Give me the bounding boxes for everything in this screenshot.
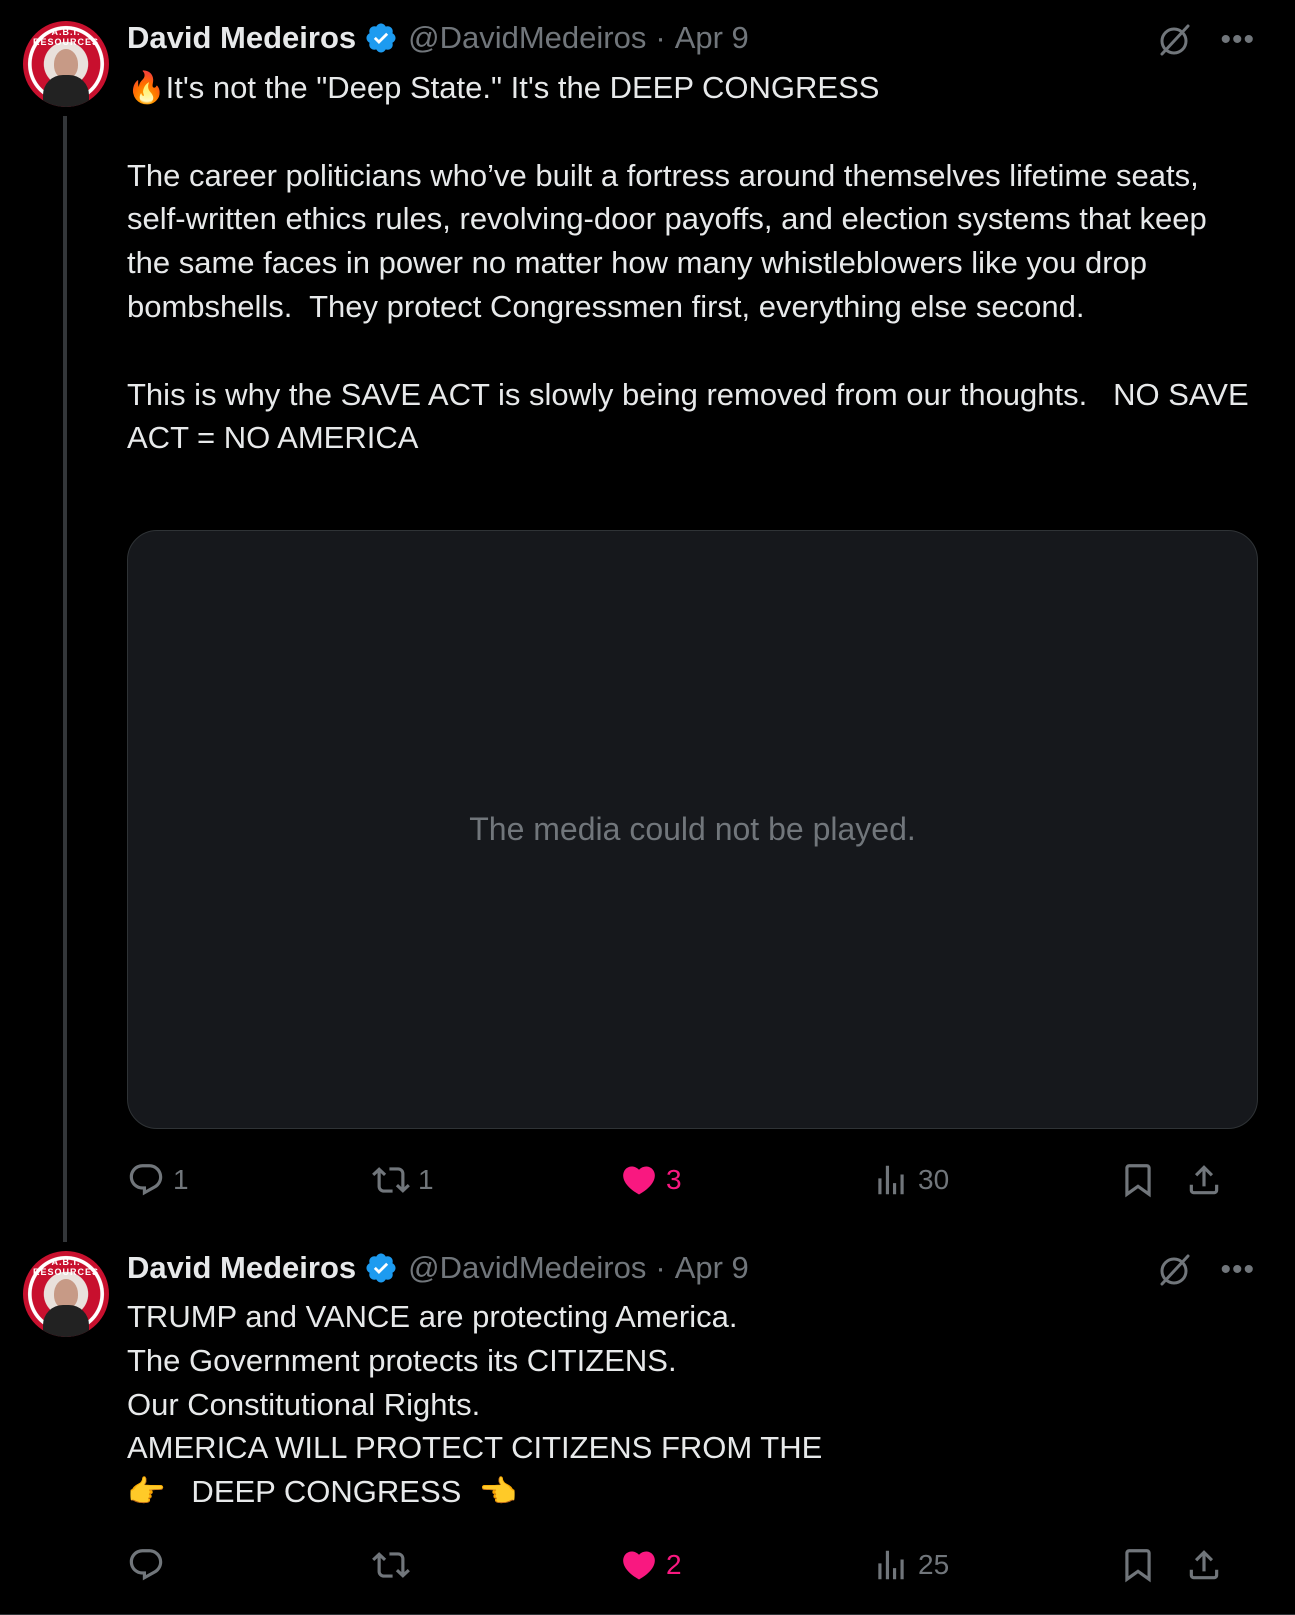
verified-badge-icon[interactable] bbox=[364, 1251, 398, 1285]
tweet-actions: 2 25 bbox=[127, 1543, 1257, 1587]
repost-count: 1 bbox=[418, 1164, 434, 1195]
share-icon bbox=[1189, 1550, 1219, 1580]
repost-icon bbox=[372, 1167, 410, 1193]
grok-icon[interactable] bbox=[1154, 20, 1194, 60]
tweet-date[interactable]: Apr 9 bbox=[675, 1250, 749, 1286]
tweet-2[interactable]: A.B.I. RESOURCES David Medeiros @DavidMe… bbox=[0, 1240, 1295, 1615]
share-button[interactable] bbox=[1185, 1158, 1223, 1202]
author-name[interactable]: David Medeiros bbox=[127, 1250, 356, 1286]
views-icon bbox=[878, 1165, 904, 1195]
verified-badge-icon[interactable] bbox=[364, 21, 398, 55]
thread-connector-line bbox=[63, 116, 67, 1242]
views-icon bbox=[878, 1550, 904, 1580]
repost-icon bbox=[372, 1552, 410, 1578]
tweet-header: David Medeiros @DavidMedeiros · Apr 9 bbox=[127, 18, 749, 58]
reply-button[interactable] bbox=[127, 1543, 173, 1587]
avatar[interactable]: A.B.I. RESOURCES bbox=[23, 1251, 109, 1337]
tweet-text: 🔥It's not the "Deep State." It's the DEE… bbox=[127, 70, 1249, 456]
bookmark-icon bbox=[1125, 1549, 1151, 1583]
reply-icon bbox=[129, 1164, 163, 1196]
heart-icon bbox=[623, 1551, 655, 1580]
repost-button[interactable]: 1 bbox=[372, 1158, 434, 1202]
share-icon bbox=[1189, 1165, 1219, 1195]
tweet-top-actions: ••• bbox=[1154, 1250, 1255, 1290]
media-error-message: The media could not be played. bbox=[469, 811, 916, 847]
avatar-badge-text: A.B.I. RESOURCES bbox=[32, 1257, 99, 1277]
more-options-icon[interactable]: ••• bbox=[1220, 25, 1255, 55]
repost-button[interactable] bbox=[372, 1543, 418, 1587]
avatar-badge-text: A.B.I. RESOURCES bbox=[32, 27, 99, 47]
tweet-text: TRUMP and VANCE are protecting America. … bbox=[127, 1299, 823, 1510]
views-count: 25 bbox=[918, 1549, 950, 1580]
reply-icon bbox=[129, 1549, 163, 1581]
tweet-1[interactable]: A.B.I. RESOURCES David Medeiros @DavidMe… bbox=[0, 0, 1295, 1242]
views-count: 30 bbox=[918, 1164, 950, 1195]
reply-count: 1 bbox=[173, 1164, 189, 1195]
tweet-top-actions: ••• bbox=[1154, 20, 1255, 60]
bookmark-button[interactable] bbox=[1119, 1158, 1157, 1202]
tweet-header: David Medeiros @DavidMedeiros · Apr 9 bbox=[127, 1248, 749, 1288]
bookmark-icon bbox=[1125, 1164, 1151, 1198]
avatar[interactable]: A.B.I. RESOURCES bbox=[23, 21, 109, 107]
media-placeholder[interactable]: The media could not be played. bbox=[127, 530, 1258, 1129]
like-count: 3 bbox=[666, 1164, 682, 1195]
separator-dot: · bbox=[655, 20, 666, 55]
views-button[interactable]: 25 bbox=[872, 1543, 949, 1587]
tweet-date[interactable]: Apr 9 bbox=[675, 20, 749, 56]
tweet-actions: 1 1 3 30 bbox=[127, 1158, 1257, 1202]
author-handle[interactable]: @DavidMedeiros bbox=[408, 20, 646, 56]
views-button[interactable]: 30 bbox=[872, 1158, 949, 1202]
more-options-icon[interactable]: ••• bbox=[1220, 1255, 1255, 1285]
like-button[interactable]: 2 bbox=[620, 1543, 682, 1587]
separator-dot: · bbox=[655, 1250, 666, 1285]
bookmark-button[interactable] bbox=[1119, 1543, 1157, 1587]
author-name[interactable]: David Medeiros bbox=[127, 20, 356, 56]
heart-icon bbox=[623, 1166, 655, 1195]
like-button[interactable]: 3 bbox=[620, 1158, 682, 1202]
share-button[interactable] bbox=[1185, 1543, 1223, 1587]
like-count: 2 bbox=[666, 1549, 682, 1580]
author-handle[interactable]: @DavidMedeiros bbox=[408, 1250, 646, 1286]
reply-button[interactable]: 1 bbox=[127, 1158, 189, 1202]
grok-icon[interactable] bbox=[1154, 1250, 1194, 1290]
